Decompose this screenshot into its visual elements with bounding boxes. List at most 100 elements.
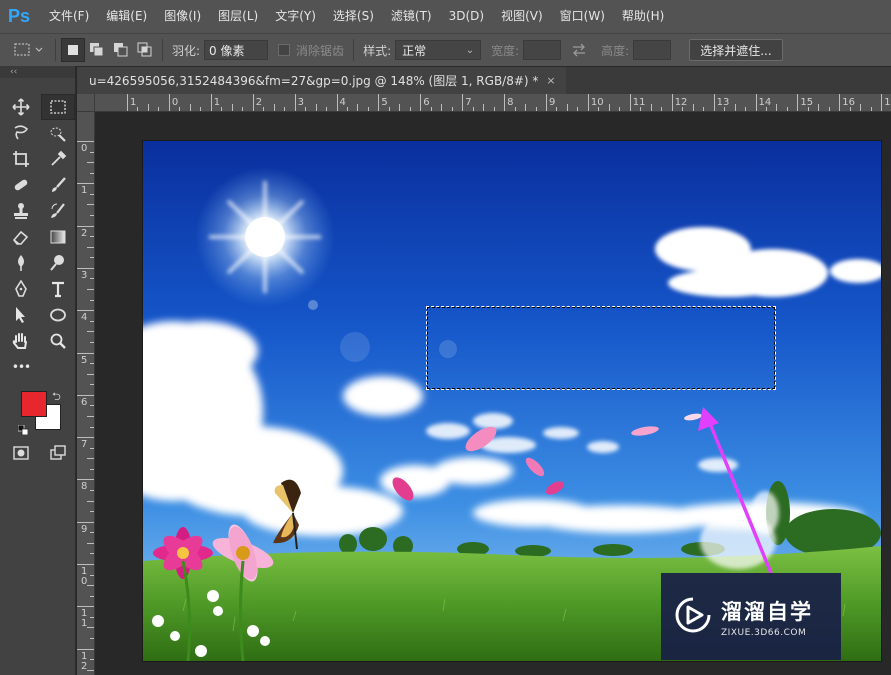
menu-layer[interactable]: 图层(L) xyxy=(212,0,264,33)
blur-tool-icon[interactable] xyxy=(4,250,38,276)
ruler-tick xyxy=(77,183,94,185)
pen-tool-icon[interactable] xyxy=(4,276,38,302)
ruler-label: 1 xyxy=(213,97,221,108)
ruler-tick xyxy=(420,94,422,111)
ruler-tick xyxy=(77,267,94,269)
ruler-tick xyxy=(77,225,94,227)
ruler-tick xyxy=(77,310,94,312)
ruler-tick xyxy=(77,437,94,439)
quick-mask-icon[interactable] xyxy=(4,440,38,466)
zoom-tool-icon[interactable] xyxy=(42,328,76,354)
menu-3d[interactable]: 3D(D) xyxy=(443,0,490,33)
feather-label: 羽化: xyxy=(172,43,201,58)
move-tool-icon[interactable] xyxy=(4,94,37,120)
ruler-tick xyxy=(881,94,883,111)
default-colors-icon[interactable] xyxy=(17,420,29,436)
menu-type[interactable]: 文字(Y) xyxy=(269,0,322,33)
vertical-ruler[interactable]: 0 1 2 3 4 5 6 7 8 9 1 0 1 1 1 2 xyxy=(77,112,95,675)
watermark-title: 溜溜自学 xyxy=(721,599,813,624)
marquee-preset-icon[interactable] xyxy=(10,38,50,62)
ruler-tick xyxy=(77,479,94,481)
ruler-minor-tick xyxy=(87,585,94,587)
foreground-color-swatch[interactable] xyxy=(21,391,47,417)
brush-tool-icon[interactable] xyxy=(42,172,76,198)
screen-mode-icon[interactable] xyxy=(42,440,76,466)
ruler-minor-tick xyxy=(87,500,94,502)
ruler-tick xyxy=(77,648,94,650)
document-tab[interactable]: u=426595056,3152484396&fm=27&gp=0.jpg @ … xyxy=(77,67,566,94)
ellipse-tool-icon[interactable] xyxy=(42,302,76,328)
menu-edit[interactable]: 编辑(E) xyxy=(100,0,153,33)
antialias-label: 消除锯齿 xyxy=(296,43,345,58)
menu-help[interactable]: 帮助(H) xyxy=(616,0,670,33)
ruler-tick xyxy=(294,94,296,111)
ruler-minor-tick xyxy=(87,458,94,460)
ruler-minor-tick xyxy=(860,104,862,111)
collapse-icon[interactable]: ‹‹ xyxy=(0,66,75,78)
eyedropper-icon[interactable] xyxy=(42,146,76,172)
ruler-label: 17 xyxy=(884,97,891,108)
ruler-minor-tick xyxy=(87,246,94,248)
width-input[interactable] xyxy=(523,40,562,60)
menu-bar: Ps 文件(F) 编辑(E) 图像(I) 图层(L) 文字(Y) 选择(S) 滤… xyxy=(0,0,891,33)
menu-file[interactable]: 文件(F) xyxy=(43,0,95,33)
menu-select[interactable]: 选择(S) xyxy=(327,0,380,33)
ruler-label: 15 xyxy=(800,97,814,108)
clone-stamp-icon[interactable] xyxy=(4,198,38,224)
menu-window[interactable]: 窗口(W) xyxy=(554,0,611,33)
ruler-minor-tick xyxy=(650,104,652,111)
path-selection-icon[interactable] xyxy=(4,302,38,328)
antialias-checkbox[interactable] xyxy=(278,44,291,56)
intersect-selection-icon[interactable] xyxy=(133,38,157,62)
new-selection-icon[interactable] xyxy=(61,38,85,62)
ruler-tick xyxy=(629,94,631,111)
ruler-label: 4 xyxy=(339,97,346,108)
height-input[interactable] xyxy=(633,40,672,60)
ruler-tick xyxy=(336,94,338,111)
ruler-origin[interactable] xyxy=(77,94,95,112)
ruler-label: 7 xyxy=(81,439,88,451)
select-and-mask-button[interactable]: 选择并遮住... xyxy=(689,39,783,61)
eraser-tool-icon[interactable] xyxy=(4,224,38,250)
ruler-minor-tick xyxy=(692,104,694,111)
menu-image[interactable]: 图像(I) xyxy=(158,0,207,33)
ruler-label: 7 xyxy=(465,97,472,108)
add-selection-icon[interactable] xyxy=(85,38,109,62)
healing-brush-icon[interactable] xyxy=(4,172,38,198)
ruler-tick xyxy=(77,564,94,565)
marquee-selection[interactable] xyxy=(426,306,776,390)
options-bar: 羽化: 0 像素 消除锯齿 样式: 正常 ⌄ 宽度: 高度: 选择并遮住... xyxy=(0,33,891,66)
style-select-value: 正常 xyxy=(402,43,427,58)
ruler-label: 9 xyxy=(81,523,88,535)
dodge-tool-icon[interactable] xyxy=(42,250,76,276)
menu-view[interactable]: 视图(V) xyxy=(495,0,549,33)
swap-dimensions-icon[interactable] xyxy=(567,38,591,62)
lasso-tool-icon[interactable] xyxy=(4,120,38,146)
ruler-label: 10 xyxy=(590,97,604,108)
play-logo-icon xyxy=(675,597,711,637)
ruler-minor-tick xyxy=(87,373,94,375)
ruler-label: 14 xyxy=(758,97,772,108)
horizontal-ruler[interactable]: 101234567891011121314151617 xyxy=(95,94,891,112)
quick-selection-icon[interactable] xyxy=(42,120,76,146)
more-tools-icon[interactable]: ••• xyxy=(4,354,38,380)
history-brush-icon[interactable] xyxy=(42,198,76,224)
height-label: 高度: xyxy=(601,43,630,58)
ruler-minor-tick xyxy=(231,104,233,111)
gradient-tool-icon[interactable] xyxy=(42,224,76,250)
menu-filter[interactable]: 滤镜(T) xyxy=(385,0,438,33)
document-tab-title: u=426595056,3152484396&fm=27&gp=0.jpg @ … xyxy=(89,74,539,88)
close-tab-icon[interactable]: × xyxy=(546,74,555,87)
swap-colors-icon[interactable]: ⮌ xyxy=(52,388,61,407)
rectangular-marquee-icon[interactable] xyxy=(41,94,75,120)
style-select[interactable]: 正常 ⌄ xyxy=(395,40,482,60)
subtract-selection-icon[interactable] xyxy=(109,38,133,62)
type-tool-icon[interactable] xyxy=(42,276,76,302)
crop-tool-icon[interactable] xyxy=(4,146,38,172)
hand-tool-icon[interactable] xyxy=(4,328,38,354)
ruler-tick xyxy=(755,94,757,111)
ruler-minor-tick xyxy=(776,104,778,111)
ruler-tick xyxy=(587,94,589,111)
watermark-url: ZIXUE.3D66.COM xyxy=(721,627,807,638)
feather-input[interactable]: 0 像素 xyxy=(204,40,269,60)
